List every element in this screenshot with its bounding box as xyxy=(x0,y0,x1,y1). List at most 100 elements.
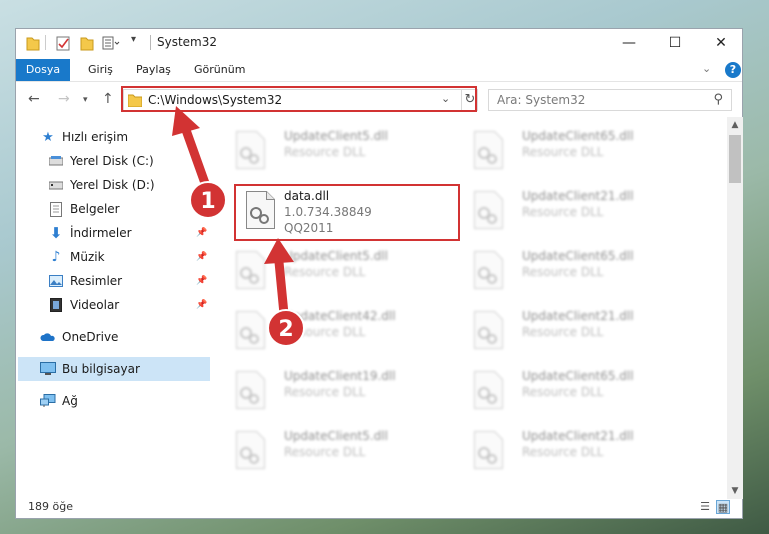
dll-file-icon xyxy=(474,431,503,469)
sidebar-item-onedrive[interactable]: OneDrive xyxy=(16,325,212,349)
sidebar-item-label: İndirmeler xyxy=(70,226,132,240)
item-count: 189 öğe xyxy=(28,500,73,513)
sidebar-item-videos[interactable]: Videolar 📌 xyxy=(16,293,212,317)
sidebar-item-local-disk-c[interactable]: Yerel Disk (C:) xyxy=(16,149,212,173)
dll-file-icon xyxy=(474,371,503,409)
sidebar-item-pictures[interactable]: Resimler 📌 xyxy=(16,269,212,293)
folder-icon xyxy=(128,94,142,107)
file-type: Resource DLL xyxy=(522,385,604,399)
help-icon[interactable]: ? xyxy=(725,62,741,78)
list-item[interactable]: UpdateClient5.dll Resource DLL xyxy=(224,245,449,301)
file-name: UpdateClient19.dll xyxy=(284,369,396,383)
folder-icon[interactable] xyxy=(26,35,40,51)
dll-file-icon xyxy=(236,131,265,169)
sidebar-item-label: Ağ xyxy=(62,394,78,408)
scrollbar-thumb[interactable] xyxy=(729,135,741,183)
file-type: Resource DLL xyxy=(284,325,366,339)
new-folder-icon[interactable] xyxy=(80,35,94,51)
minimize-button[interactable]: — xyxy=(606,29,652,57)
navigation-pane: ★ Hızlı erişim Yerel Disk (C:) Yerel Dis… xyxy=(16,121,212,491)
list-item[interactable]: UpdateClient5.dll Resource DLL xyxy=(224,425,449,481)
sidebar-item-documents[interactable]: Belgeler xyxy=(16,197,212,221)
list-item[interactable]: UpdateClient65.dll Resource DLL xyxy=(462,125,687,181)
list-item[interactable]: UpdateClient21.dll Resource DLL xyxy=(462,425,687,481)
drive-icon xyxy=(48,177,64,193)
file-highlight-box xyxy=(234,184,460,241)
file-type: Resource DLL xyxy=(522,445,604,459)
sidebar-item-label: Belgeler xyxy=(70,202,120,216)
sidebar-item-label: Müzik xyxy=(70,250,105,264)
sidebar-item-local-disk-d[interactable]: Yerel Disk (D:) xyxy=(16,173,212,197)
vertical-scrollbar[interactable]: ▲ ▼ xyxy=(727,117,743,499)
pin-icon[interactable]: 📌 xyxy=(196,276,207,286)
back-arrow-icon[interactable]: ← xyxy=(28,91,40,107)
sidebar-item-label: Hızlı erişim xyxy=(62,130,129,144)
file-list: UpdateClient5.dll Resource DLL data.dll … xyxy=(224,121,726,491)
large-icons-view-icon[interactable]: ▦ xyxy=(716,500,730,514)
tab-view[interactable]: Görünüm xyxy=(194,59,245,81)
sidebar-item-this-pc[interactable]: Bu bilgisayar xyxy=(18,357,210,381)
file-name: UpdateClient21.dll xyxy=(522,189,634,203)
address-dropdown-chevron-icon[interactable]: ⌄ xyxy=(441,92,450,105)
tab-file[interactable]: Dosya xyxy=(16,59,70,81)
sidebar-item-music[interactable]: ♪ Müzik 📌 xyxy=(16,245,212,269)
drive-icon xyxy=(48,153,64,169)
list-item[interactable]: UpdateClient5.dll Resource DLL xyxy=(224,125,449,181)
search-box[interactable]: Ara: System32 ⚲ xyxy=(488,89,732,111)
recent-locations-chevron-icon[interactable]: ▾ xyxy=(83,95,88,105)
pictures-icon xyxy=(48,273,64,289)
pin-icon[interactable]: 📌 xyxy=(196,300,207,310)
file-type: Resource DLL xyxy=(522,145,604,159)
details-view-icon[interactable]: ☰ xyxy=(698,500,712,514)
list-item[interactable]: UpdateClient21.dll Resource DLL xyxy=(462,305,687,361)
sidebar-item-label: Videolar xyxy=(70,298,120,312)
up-arrow-icon[interactable]: ↑ xyxy=(102,91,114,107)
tab-share[interactable]: Paylaş xyxy=(136,59,171,81)
dll-file-icon xyxy=(474,251,503,289)
ribbon-expand-chevron-icon[interactable]: ⌄ xyxy=(702,62,711,75)
sidebar-item-label: OneDrive xyxy=(62,330,119,344)
file-name: UpdateClient65.dll xyxy=(522,369,634,383)
onedrive-icon xyxy=(40,329,56,345)
file-type: Resource DLL xyxy=(284,385,366,399)
status-bar: 189 öğe ☰ ▦ xyxy=(16,497,742,519)
close-button[interactable]: ✕ xyxy=(698,29,744,57)
refresh-icon[interactable]: ↻ xyxy=(461,90,478,110)
sidebar-item-downloads[interactable]: ⬇ İndirmeler 📌 xyxy=(16,221,212,245)
sidebar-item-label: Yerel Disk (D:) xyxy=(70,178,155,192)
maximize-button[interactable]: ☐ xyxy=(652,29,698,57)
list-item[interactable]: UpdateClient42.dll Resource DLL xyxy=(224,305,449,361)
dll-file-icon xyxy=(236,311,265,349)
file-type: Resource DLL xyxy=(284,445,366,459)
dll-file-icon xyxy=(474,311,503,349)
dll-file-icon xyxy=(474,191,503,229)
file-name: UpdateClient65.dll xyxy=(522,129,634,143)
address-bar[interactable]: C:\Windows\System32 ⌄ ↻ xyxy=(123,89,478,111)
ribbon-tabs: Dosya Giriş Paylaş Görünüm ⌄ ? xyxy=(16,59,742,82)
file-name: UpdateClient5.dll xyxy=(284,429,388,443)
file-name: UpdateClient5.dll xyxy=(284,129,388,143)
sidebar-item-label: Yerel Disk (C:) xyxy=(70,154,154,168)
search-icon[interactable]: ⚲ xyxy=(713,92,723,107)
tab-home[interactable]: Giriş xyxy=(88,59,113,81)
dll-file-icon xyxy=(236,431,265,469)
file-type: Resource DLL xyxy=(522,205,604,219)
pin-icon[interactable]: 📌 xyxy=(196,252,207,262)
properties-check-icon[interactable] xyxy=(56,35,70,51)
computer-icon xyxy=(40,361,56,377)
title-bar: ▾ System32 — ☐ ✕ xyxy=(16,29,742,57)
pin-icon[interactable]: 📌 xyxy=(196,228,207,238)
dropdown-chevron-icon[interactable]: ▾ xyxy=(131,34,136,45)
file-type: Resource DLL xyxy=(284,145,366,159)
sidebar-item-quick-access[interactable]: ★ Hızlı erişim xyxy=(16,125,212,149)
list-item[interactable]: UpdateClient19.dll Resource DLL xyxy=(224,365,449,421)
layout-icon[interactable] xyxy=(102,35,120,51)
list-item[interactable]: UpdateClient21.dll Resource DLL xyxy=(462,185,687,241)
videos-icon xyxy=(48,297,64,313)
sidebar-item-network[interactable]: Ağ xyxy=(16,389,212,413)
list-item[interactable]: UpdateClient65.dll Resource DLL xyxy=(462,245,687,301)
forward-arrow-icon[interactable]: → xyxy=(58,91,70,107)
address-path[interactable]: C:\Windows\System32 xyxy=(148,93,282,107)
scroll-up-arrow-icon[interactable]: ▲ xyxy=(727,117,743,133)
list-item[interactable]: UpdateClient65.dll Resource DLL xyxy=(462,365,687,421)
